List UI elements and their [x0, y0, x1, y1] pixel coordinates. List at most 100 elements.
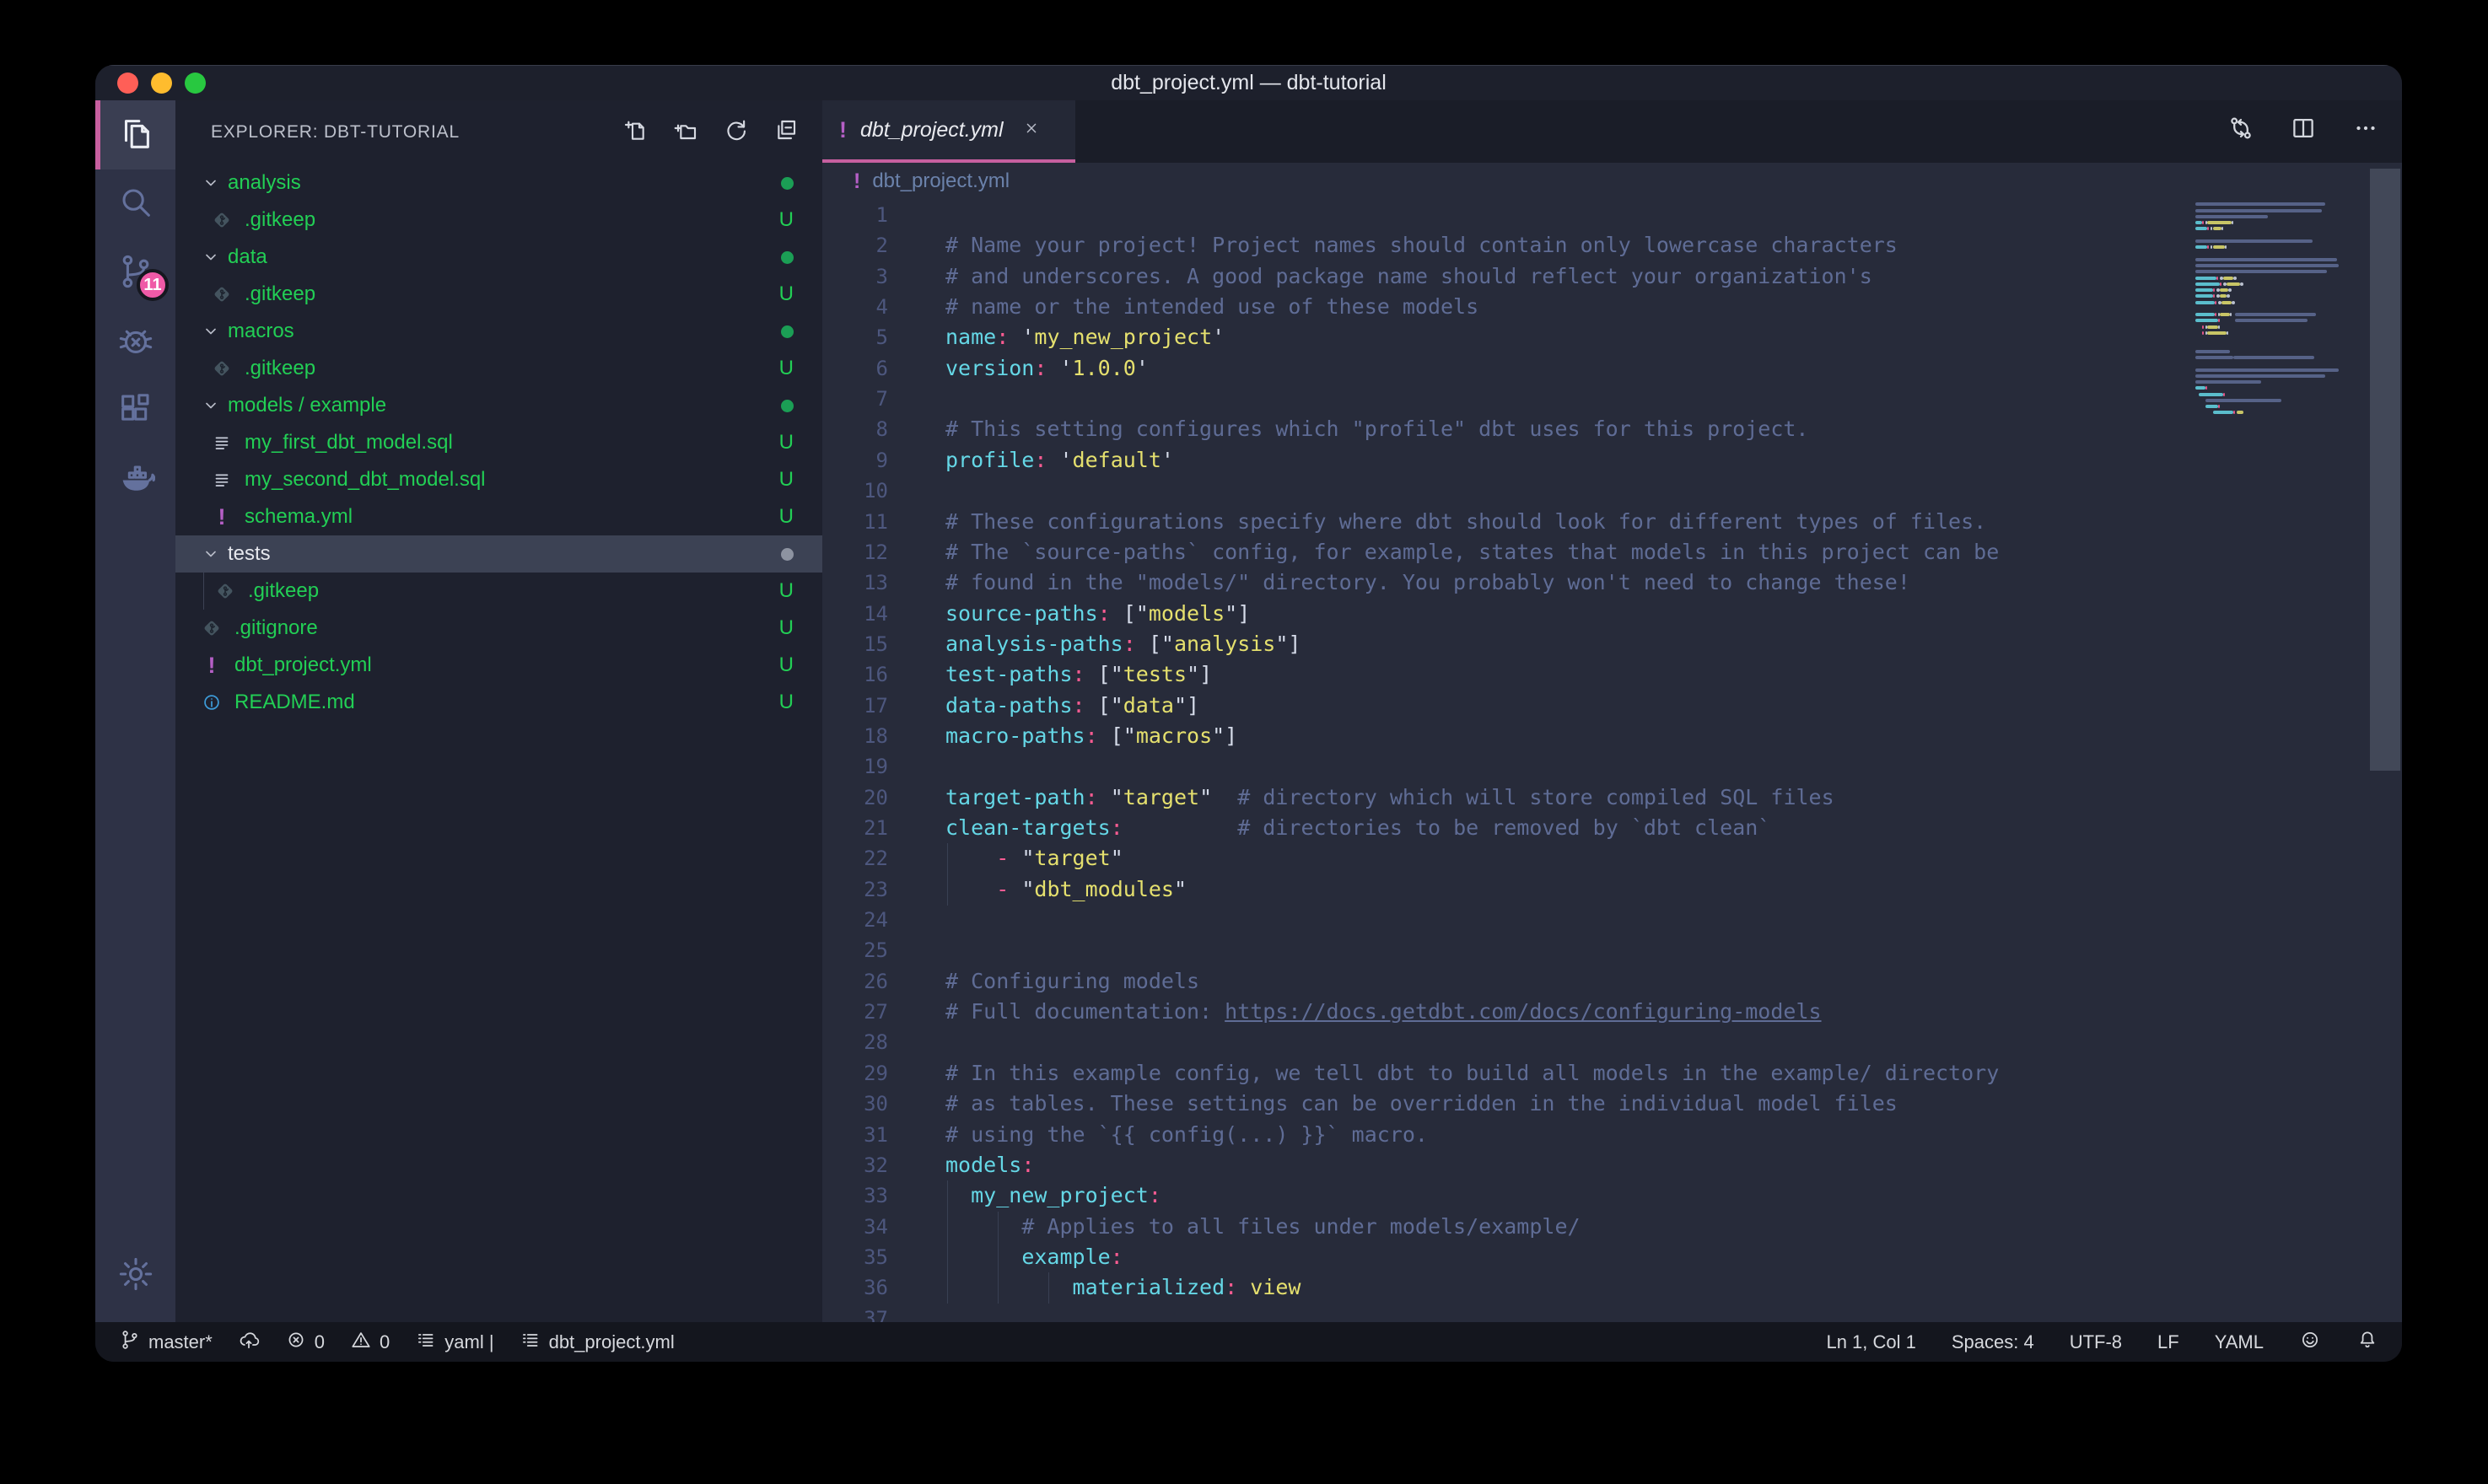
indent-guide: [947, 1272, 948, 1304]
activity-item-debug[interactable]: [95, 308, 175, 377]
code-line-25[interactable]: 25: [822, 935, 2402, 966]
code-line-20[interactable]: 20target-path: "target" # directory whic…: [822, 782, 2402, 814]
code-line-23[interactable]: 23 - "dbt_modules": [822, 874, 2402, 906]
code-line-3[interactable]: 3# and underscores. A good package name …: [822, 261, 2402, 293]
tree-folder-analysis[interactable]: analysis: [175, 164, 822, 202]
activity-item-extensions[interactable]: [95, 377, 175, 446]
code-line-19[interactable]: 19: [822, 751, 2402, 782]
code-editor[interactable]: 12# Name your project! Project names sho…: [822, 200, 2402, 1322]
code-line-34[interactable]: 34 # Applies to all files under models/e…: [822, 1212, 2402, 1243]
code-line-27[interactable]: 27# Full documentation: https://docs.get…: [822, 997, 2402, 1028]
code-line-15[interactable]: 15analysis-paths: ["analysis"]: [822, 629, 2402, 660]
activity-item-search[interactable]: [95, 169, 175, 239]
code-line-17[interactable]: 17data-paths: ["data"]: [822, 691, 2402, 722]
line-number: 26: [822, 966, 888, 997]
code-line-6[interactable]: 6version: '1.0.0': [822, 353, 2402, 384]
tree-file--gitignore[interactable]: .gitignoreU: [175, 610, 822, 647]
explorer-title: EXPLORER: DBT-TUTORIAL: [211, 122, 460, 142]
breadcrumb[interactable]: ! dbt_project.yml: [822, 163, 2402, 200]
code-line-content: # name or the intended use of these mode…: [945, 292, 1478, 323]
tree-file-my-first-dbt-model-sql[interactable]: my_first_dbt_model.sqlU: [175, 424, 822, 461]
status-language-mode[interactable]: YAML: [2215, 1331, 2264, 1353]
line-number: 4: [822, 292, 888, 323]
code-line-21[interactable]: 21clean-targets: # directories to be rem…: [822, 813, 2402, 844]
more-actions-button[interactable]: [2351, 114, 2380, 147]
code-line-16[interactable]: 16test-paths: ["tests"]: [822, 659, 2402, 691]
line-number: 25: [822, 935, 888, 966]
status-errors[interactable]: 0: [285, 1329, 325, 1356]
status-publish[interactable]: [238, 1329, 260, 1356]
status-encoding[interactable]: UTF-8: [2070, 1331, 2122, 1353]
new-file-button[interactable]: [620, 118, 649, 147]
refresh-button[interactable]: [721, 118, 750, 147]
file-tree: analysis.gitkeepUdata.gitkeepUmacros.git…: [175, 164, 822, 1322]
new-folder-button[interactable]: [670, 118, 699, 147]
tree-file--gitkeep[interactable]: .gitkeepU: [175, 573, 822, 610]
git-status-badge: U: [779, 616, 794, 640]
status-branch[interactable]: master*: [119, 1329, 213, 1356]
code-line-7[interactable]: 7: [822, 384, 2402, 415]
code-line-8[interactable]: 8# This setting configures which "profil…: [822, 414, 2402, 445]
tree-file-dbt-project-yml[interactable]: !dbt_project.ymlU: [175, 647, 822, 684]
code-line-5[interactable]: 5name: 'my_new_project': [822, 322, 2402, 353]
tree-file--gitkeep[interactable]: .gitkeepU: [175, 202, 822, 239]
line-number: 31: [822, 1120, 888, 1151]
open-changes-button[interactable]: [2227, 114, 2255, 147]
code-line-33[interactable]: 33 my_new_project:: [822, 1180, 2402, 1212]
collapse-all-button[interactable]: [772, 118, 800, 147]
code-line-4[interactable]: 4 # name or the intended use of these mod…: [822, 292, 2402, 323]
code-line-24[interactable]: 24: [822, 905, 2402, 936]
status-feedback[interactable]: [2299, 1329, 2321, 1356]
code-line-35[interactable]: 35 example:: [822, 1242, 2402, 1273]
tree-file--gitkeep[interactable]: .gitkeepU: [175, 276, 822, 313]
code-line-content: clean-targets: # directories to be remov…: [945, 813, 1770, 844]
line-number: 3: [822, 261, 888, 293]
split-editor-button[interactable]: [2289, 114, 2318, 147]
code-line-9[interactable]: 9profile: 'default': [822, 445, 2402, 476]
tree-file-readme-md[interactable]: README.mdU: [175, 684, 822, 721]
tree-folder-macros[interactable]: macros: [175, 313, 822, 350]
tree-file-my-second-dbt-model-sql[interactable]: my_second_dbt_model.sqlU: [175, 461, 822, 498]
code-line-31[interactable]: 31# using the `{{ config(...) }}` macro.: [822, 1120, 2402, 1151]
code-line-2[interactable]: 2# Name your project! Project names shou…: [822, 230, 2402, 261]
minimap-line: [2235, 319, 2308, 322]
code-line-28[interactable]: 28: [822, 1027, 2402, 1058]
code-line-13[interactable]: 13# found in the "models/" directory. Yo…: [822, 567, 2402, 599]
editor-scrollbar[interactable]: [2370, 169, 2400, 771]
vscode-window: dbt_project.yml — dbt-tutorial 11 EXPLOR…: [95, 65, 2402, 1362]
tree-folder-tests[interactable]: tests: [175, 535, 822, 573]
activity-item-source-control[interactable]: 11: [95, 239, 175, 308]
code-line-12[interactable]: 12# The `source-paths` config, for examp…: [822, 537, 2402, 568]
minimap-line: [2213, 294, 2215, 298]
activity-item-docker[interactable]: [95, 446, 175, 515]
tree-file-schema-yml[interactable]: !schema.ymlU: [175, 498, 822, 535]
code-line-29[interactable]: 29# In this example config, we tell dbt …: [822, 1058, 2402, 1089]
tree-folder-models-example[interactable]: models / example: [175, 387, 822, 424]
code-line-37[interactable]: 37: [822, 1304, 2402, 1322]
code-line-32[interactable]: 32models:: [822, 1150, 2402, 1181]
tab-close-icon[interactable]: [1022, 119, 1041, 142]
status-eol[interactable]: LF: [2157, 1331, 2179, 1353]
tree-folder-data[interactable]: data: [175, 239, 822, 276]
code-line-10[interactable]: 10: [822, 476, 2402, 507]
code-line-26[interactable]: 26 # Configuring models: [822, 966, 2402, 997]
status-yaml-outline[interactable]: yaml |: [415, 1329, 493, 1356]
status-cursor-position[interactable]: Ln 1, Col 1: [1826, 1331, 1915, 1353]
breadcrumb-file[interactable]: dbt_project.yml: [872, 169, 1010, 193]
code-line-30[interactable]: 30# as tables. These settings can be ove…: [822, 1089, 2402, 1120]
code-line-36[interactable]: 36 materialized: view: [822, 1272, 2402, 1304]
code-line-14[interactable]: 14source-paths: ["models"]: [822, 599, 2402, 630]
code-line-content: # Configuring models: [945, 966, 1199, 997]
code-line-22[interactable]: 22 - "target": [822, 843, 2402, 874]
code-line-18[interactable]: 18macro-paths: ["macros"]: [822, 721, 2402, 752]
activity-item-explorer[interactable]: [95, 100, 175, 169]
tree-file--gitkeep[interactable]: .gitkeepU: [175, 350, 822, 387]
status-file-outline[interactable]: dbt_project.yml: [520, 1329, 675, 1356]
activity-item-settings[interactable]: [95, 1241, 175, 1310]
tab-dbt-project-yml[interactable]: ! dbt_project.yml: [822, 100, 1075, 163]
status-indentation[interactable]: Spaces: 4: [1952, 1331, 2034, 1353]
code-line-11[interactable]: 11# These configurations specify where d…: [822, 507, 2402, 538]
status-warnings[interactable]: 0: [350, 1329, 390, 1356]
code-line-1[interactable]: 1: [822, 200, 2402, 231]
status-notifications[interactable]: [2356, 1329, 2378, 1356]
